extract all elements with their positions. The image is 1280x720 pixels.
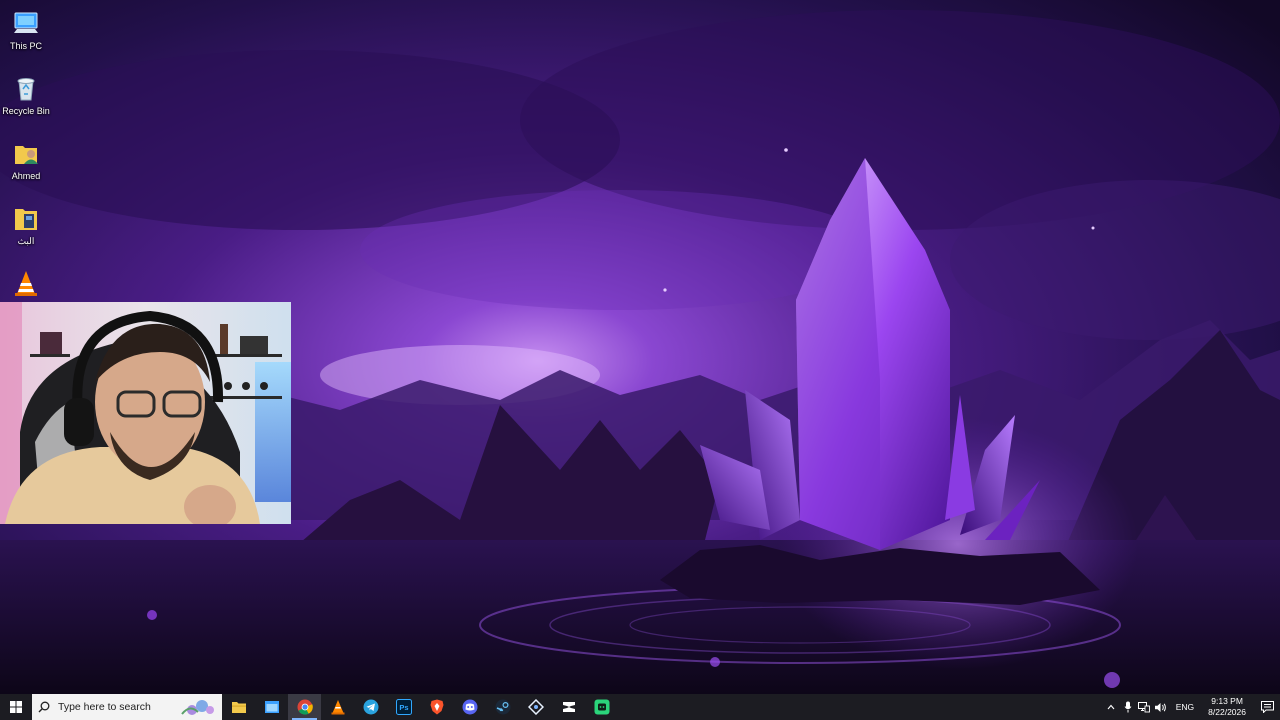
speaker-icon (1155, 702, 1167, 712)
vlc-icon (15, 271, 37, 296)
taskbar-pinned-apps: Ps (222, 694, 618, 720)
recycle-bin-icon (17, 78, 35, 101)
taskbar-app-telegram[interactable] (354, 694, 387, 720)
taskbar-app-green[interactable] (585, 694, 618, 720)
desktop-icon-recycle-bin[interactable]: Recycle Bin (0, 67, 52, 129)
folder-icon (231, 702, 246, 713)
desktop-icon-label: البث (17, 236, 35, 246)
vlc-icon (331, 700, 344, 715)
desktop-icon-this-pc[interactable]: This PC (0, 2, 52, 64)
green-app-icon (594, 699, 609, 715)
network-icon (1137, 701, 1150, 712)
taskbar-app-brave[interactable] (420, 694, 453, 720)
taskbar-app-capcut[interactable] (552, 694, 585, 720)
input-language-indicator[interactable]: ENG (1170, 694, 1200, 720)
system-tray: ENG 9:13 PM 8/22/2026 (1102, 694, 1280, 720)
volume-tray-button[interactable] (1152, 694, 1170, 720)
desktop-icon-ahmed[interactable]: Ahmed (0, 132, 52, 194)
brave-icon (430, 699, 443, 715)
start-button[interactable] (0, 694, 32, 720)
discord-icon (462, 699, 477, 715)
desktop-icon-label: Ahmed (11, 171, 41, 181)
network-tray-button[interactable] (1136, 694, 1152, 720)
search-input[interactable] (56, 700, 180, 714)
taskbar-search-box[interactable] (32, 694, 222, 720)
capcut-icon (562, 702, 575, 712)
microphone-icon (1124, 701, 1132, 713)
taskbar-app-vlc[interactable] (321, 694, 354, 720)
search-highlight-art-icon (181, 700, 214, 715)
desktop-icon-broadcast-folder[interactable]: البث (0, 197, 52, 259)
desktop-icon-label: This PC (9, 41, 42, 51)
taskbar-clock[interactable]: 9:13 PM 8/22/2026 (1200, 696, 1254, 718)
webcam-overlay (0, 302, 291, 524)
this-pc-icon (14, 12, 38, 33)
photoshop-icon-text: Ps (399, 703, 408, 712)
chevron-up-icon (1107, 704, 1115, 710)
user-folder-icon (15, 146, 38, 164)
steam-icon (495, 699, 510, 715)
taskbar-app-photoshop[interactable]: Ps (387, 694, 420, 720)
search-icon (38, 701, 50, 713)
taskbar-app-window[interactable] (255, 694, 288, 720)
photoshop-icon: Ps (395, 699, 412, 715)
taskbar-app-discord[interactable] (453, 694, 486, 720)
taskbar-app-diamond[interactable] (519, 694, 552, 720)
taskbar-app-file-explorer[interactable] (222, 694, 255, 720)
notifications-button[interactable] (1254, 694, 1280, 720)
telegram-icon (363, 699, 378, 715)
chrome-icon (297, 699, 313, 715)
windows-logo-icon (10, 701, 22, 713)
diamond-icon (527, 699, 544, 715)
desktop-icon-label: Recycle Bin (2, 106, 50, 116)
taskbar-app-chrome[interactable] (288, 694, 321, 720)
show-hidden-icons-button[interactable] (1102, 694, 1120, 720)
clock-date: 8/22/2026 (1208, 707, 1246, 717)
clock-time: 9:13 PM (1211, 696, 1243, 706)
folder-icon (15, 209, 37, 230)
window-icon (264, 701, 279, 713)
taskbar: Ps (0, 694, 1280, 720)
microphone-tray-button[interactable] (1120, 694, 1136, 720)
notification-center-icon (1260, 701, 1274, 713)
taskbar-app-steam[interactable] (486, 694, 519, 720)
